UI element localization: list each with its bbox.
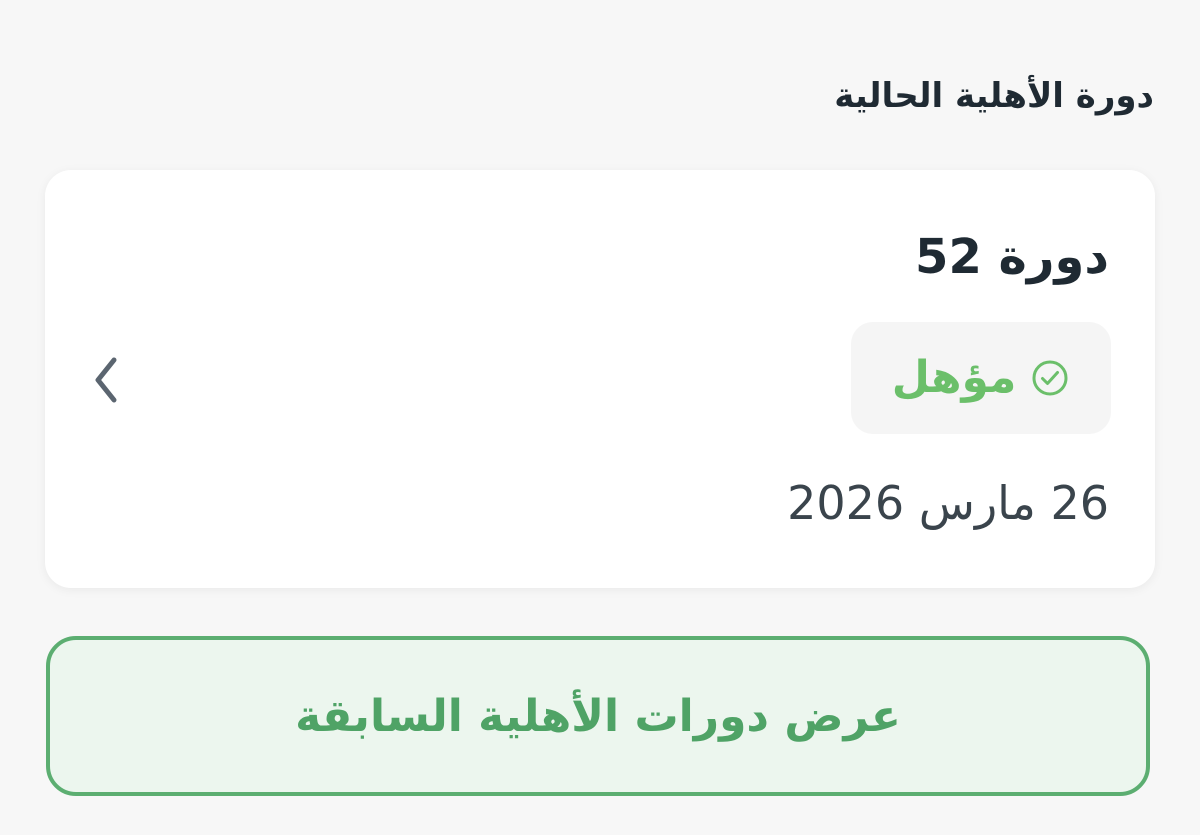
cycle-name: دورة 52 — [915, 229, 1109, 285]
status-badge: مؤهل — [851, 322, 1111, 434]
section-title: دورة الأهلية الحالية — [834, 76, 1154, 116]
current-cycle-card[interactable]: دورة 52 مؤهل 26 مارس 2026 — [45, 170, 1155, 588]
cycle-date: 26 مارس 2026 — [787, 476, 1109, 530]
check-circle-icon — [1030, 358, 1070, 398]
status-label: مؤهل — [891, 352, 1017, 403]
chevron-left-icon[interactable] — [83, 350, 129, 410]
view-previous-cycles-button[interactable]: عرض دورات الأهلية السابقة — [46, 636, 1150, 796]
eligibility-page: دورة الأهلية الحالية دورة 52 مؤهل 26 مار… — [0, 0, 1200, 835]
